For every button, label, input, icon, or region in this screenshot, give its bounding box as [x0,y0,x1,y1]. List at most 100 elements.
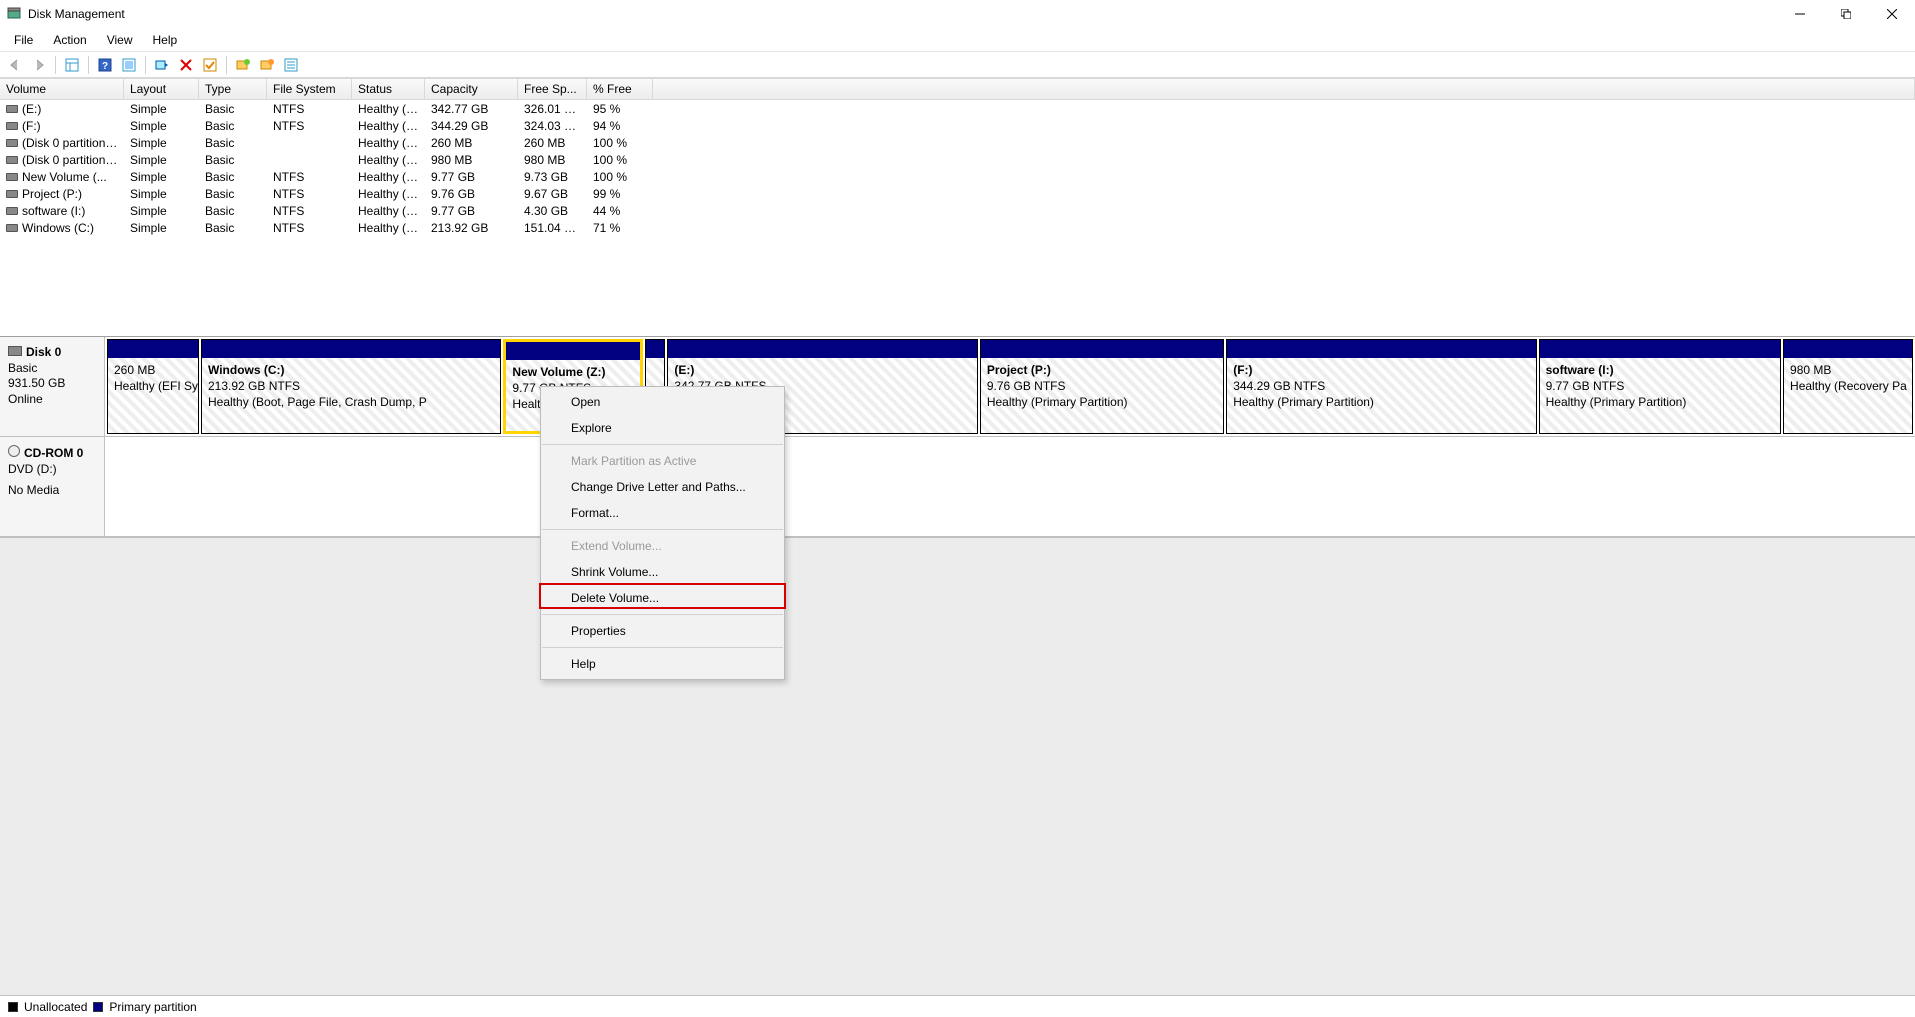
cell: Basic [199,204,267,218]
layout-button[interactable] [61,54,83,76]
help-toolbar-button[interactable]: ? [94,54,116,76]
volume-row[interactable]: (E:)SimpleBasicNTFSHealthy (P...342.77 G… [0,100,1915,117]
cdrom-info[interactable]: CD-ROM 0 DVD (D:) No Media [0,437,105,536]
cell: 94 % [587,119,653,133]
cell: software (I:) [0,204,124,218]
column-header[interactable]: Layout [124,79,199,99]
ctx-shrink[interactable]: Shrink Volume... [541,559,784,585]
cell: Healthy (P... [352,119,425,133]
volume-row[interactable]: Windows (C:)SimpleBasicNTFSHealthy (B...… [0,219,1915,236]
legend-bar: Unallocated Primary partition [0,995,1915,1017]
cell: NTFS [267,221,352,235]
volume-list: (E:)SimpleBasicNTFSHealthy (P...342.77 G… [0,100,1915,236]
forward-button[interactable] [28,54,50,76]
partition-context-menu: Open Explore Mark Partition as Active Ch… [540,386,785,680]
cell: 344.29 GB [425,119,518,133]
window-title: Disk Management [28,7,125,21]
cell: 151.04 GB [518,221,587,235]
cell: 324.03 GB [518,119,587,133]
cell: Basic [199,187,267,201]
column-header[interactable]: File System [267,79,352,99]
menubar: File Action View Help [0,28,1915,52]
cell: 9.77 GB [425,170,518,184]
volume-row[interactable]: Project (P:)SimpleBasicNTFSHealthy (P...… [0,185,1915,202]
back-button[interactable] [4,54,26,76]
cell: NTFS [267,187,352,201]
column-header[interactable]: % Free [587,79,653,99]
cell: Basic [199,153,267,167]
play-toolbar-button[interactable] [151,54,173,76]
ctx-format[interactable]: Format... [541,500,784,526]
ctx-help[interactable]: Help [541,651,784,677]
menu-view[interactable]: View [97,31,143,49]
cell: Simple [124,221,199,235]
cell: 95 % [587,102,653,116]
column-header[interactable]: Status [352,79,425,99]
check-toolbar-button[interactable] [199,54,221,76]
volume-row[interactable]: (F:)SimpleBasicNTFSHealthy (P...344.29 G… [0,117,1915,134]
ctx-delete[interactable]: Delete Volume... [541,585,784,611]
settings-toolbar-button[interactable] [118,54,140,76]
cell: 100 % [587,170,653,184]
minimize-button[interactable] [1777,0,1823,28]
cell: NTFS [267,119,352,133]
new-2-toolbar-button[interactable] [256,54,278,76]
ctx-explore[interactable]: Explore [541,415,784,441]
cell: Healthy (P... [352,187,425,201]
new-1-toolbar-button[interactable] [232,54,254,76]
partition-box[interactable]: 260 MBHealthy (EFI Sys [107,339,199,434]
legend-swatch-unallocated [8,1002,18,1012]
menu-file[interactable]: File [4,31,43,49]
cell: 326.01 GB [518,102,587,116]
cell: 980 MB [518,153,587,167]
cell: New Volume (... [0,170,124,184]
cell: Simple [124,204,199,218]
cell: 100 % [587,153,653,167]
ctx-open[interactable]: Open [541,389,784,415]
cell: Basic [199,221,267,235]
cell: 260 MB [425,136,518,150]
volume-row[interactable]: software (I:)SimpleBasicNTFSHealthy (P..… [0,202,1915,219]
menu-action[interactable]: Action [43,31,96,49]
list-toolbar-button[interactable] [280,54,302,76]
cell: (Disk 0 partition 8) [0,153,124,167]
maximize-button[interactable] [1823,0,1869,28]
legend-swatch-primary [93,1002,103,1012]
ctx-properties[interactable]: Properties [541,618,784,644]
partition-box[interactable]: 980 MBHealthy (Recovery Pa [1783,339,1913,434]
delete-toolbar-button[interactable] [175,54,197,76]
cell: 980 MB [425,153,518,167]
volume-row[interactable]: (Disk 0 partition 1)SimpleBasicHealthy (… [0,134,1915,151]
disk-map: Disk 0 Basic 931.50 GB Online 260 MBHeal… [0,336,1915,537]
cell: Healthy (P... [352,170,425,184]
cell: Basic [199,170,267,184]
cell: Healthy (R... [352,153,425,167]
cell: Healthy (E... [352,136,425,150]
cell: Simple [124,153,199,167]
partition-box[interactable]: software (I:)9.77 GB NTFSHealthy (Primar… [1539,339,1781,434]
column-header[interactable]: Free Sp... [518,79,587,99]
column-header[interactable]: Volume [0,79,124,99]
disk-icon [8,346,22,356]
window-titlebar: Disk Management [0,0,1915,28]
disk-0-info[interactable]: Disk 0 Basic 931.50 GB Online [0,337,105,436]
partition-box[interactable]: Project (P:)9.76 GB NTFSHealthy (Primary… [980,339,1224,434]
column-header[interactable]: Type [199,79,267,99]
cell: 100 % [587,136,653,150]
cd-icon [8,445,20,457]
partition-box[interactable]: (F:)344.29 GB NTFSHealthy (Primary Parti… [1226,339,1536,434]
volume-row[interactable]: (Disk 0 partition 8)SimpleBasic Healthy (… [0,151,1915,168]
cell: Simple [124,187,199,201]
partition-box[interactable]: Windows (C:)213.92 GB NTFSHealthy (Boot,… [201,339,501,434]
volume-row[interactable]: New Volume (...SimpleBasicNTFSHealthy (P… [0,168,1915,185]
cell: Healthy (P... [352,204,425,218]
menu-help[interactable]: Help [143,31,188,49]
column-header[interactable]: Capacity [425,79,518,99]
cell: NTFS [267,204,352,218]
close-button[interactable] [1869,0,1915,28]
cell: Basic [199,102,267,116]
cell: 9.76 GB [425,187,518,201]
ctx-change-letter[interactable]: Change Drive Letter and Paths... [541,474,784,500]
legend-primary: Primary partition [109,1000,196,1014]
cell: Simple [124,102,199,116]
